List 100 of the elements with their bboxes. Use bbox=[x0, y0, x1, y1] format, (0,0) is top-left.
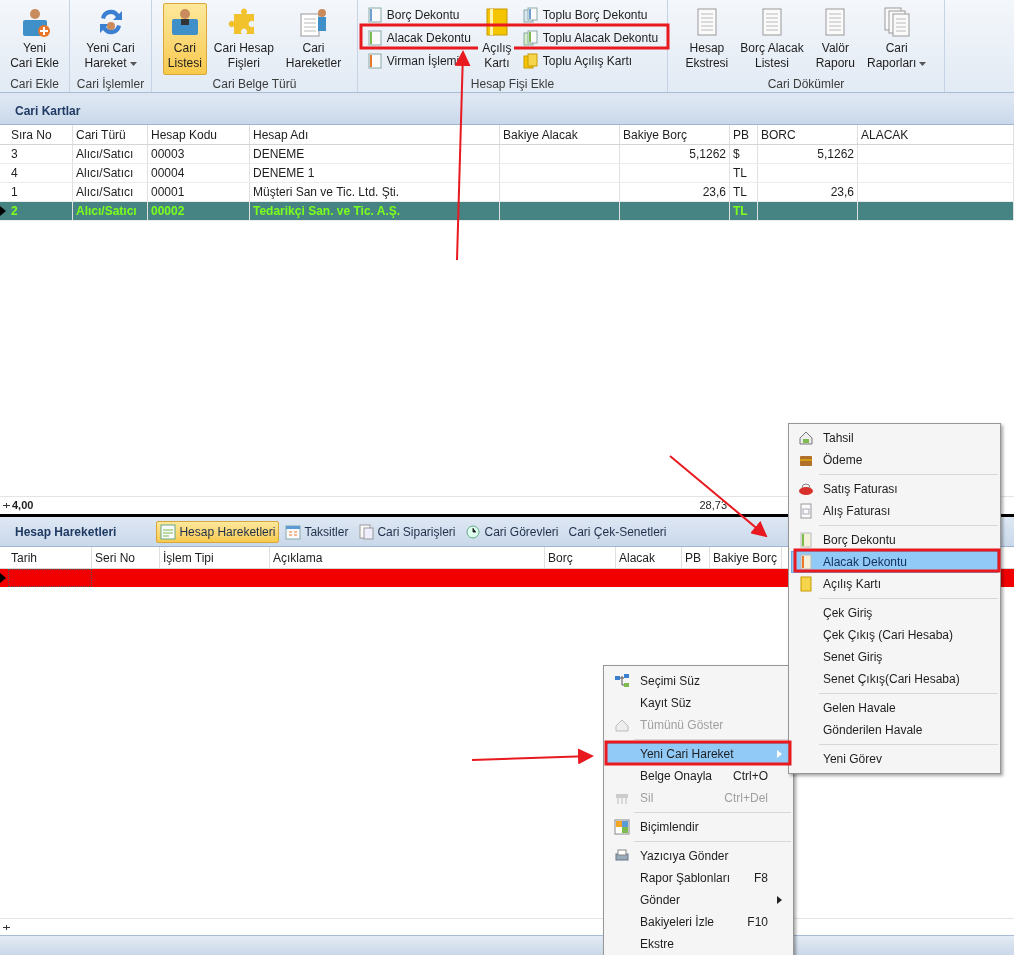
printer-icon bbox=[614, 848, 630, 864]
column-header[interactable]: Tarih bbox=[8, 547, 92, 568]
row-indicator-icon bbox=[0, 573, 6, 583]
ribbon-button[interactable]: Cari Hesap Fişleri bbox=[208, 3, 279, 75]
ribbon-button[interactable]: Cari Hareketler bbox=[280, 3, 347, 75]
menu-item[interactable]: Yazıcıya Gönder bbox=[606, 845, 791, 867]
menu-item[interactable]: Belge Onayla Ctrl+O bbox=[606, 765, 791, 787]
document-icon bbox=[366, 6, 383, 23]
ribbon-button[interactable]: Virman İşlemi bbox=[363, 50, 474, 71]
table-cell-text: DENEME bbox=[253, 146, 305, 163]
table-cell-text: 3 bbox=[11, 146, 18, 163]
document-icon bbox=[522, 52, 539, 69]
column-header[interactable]: Sıra No bbox=[8, 125, 73, 144]
ribbon-button[interactable]: Borç Dekontu bbox=[363, 4, 474, 25]
table-row[interactable]: 3 Alıcı/Satıcı 00003 DENEME 5,1262 $ 5,1262 bbox=[0, 145, 1014, 164]
basket-icon bbox=[798, 481, 814, 497]
table-cell-text: 00001 bbox=[151, 184, 185, 201]
document-icon bbox=[798, 554, 814, 570]
menu-item[interactable]: Borç Dekontu bbox=[791, 529, 998, 551]
ribbon-button[interactable]: Borç Alacak Listesi bbox=[735, 3, 809, 75]
column-header[interactable]: Bakiye Borç bbox=[620, 125, 730, 144]
menu-item[interactable]: Gönder bbox=[606, 889, 791, 911]
menu-item[interactable]: Gönderilen Havale bbox=[791, 719, 998, 741]
summary-value: 28,73 bbox=[699, 498, 727, 514]
column-header[interactable]: PB bbox=[730, 125, 758, 144]
menu-item[interactable]: Yeni Görev bbox=[791, 748, 998, 770]
ribbon-button[interactable]: Toplu Açılış Kartı bbox=[519, 50, 662, 71]
ribbon-button[interactable]: Alacak Dekontu bbox=[363, 27, 474, 48]
table-cell-text: TL bbox=[733, 165, 747, 182]
summary-value: 4,00 bbox=[12, 498, 34, 514]
menu-item[interactable]: Ekstre bbox=[606, 933, 791, 955]
document-icon bbox=[366, 52, 383, 69]
menu-item[interactable]: Çek Giriş bbox=[791, 602, 998, 624]
sum-icon bbox=[3, 923, 10, 931]
house-money-icon bbox=[798, 430, 814, 446]
group-label: Cari Dökümler bbox=[767, 76, 845, 93]
table-cell-text: TL bbox=[733, 203, 748, 220]
house-icon bbox=[614, 717, 630, 733]
ribbon-button[interactable]: Yeni Cari Ekle bbox=[5, 3, 64, 75]
tab[interactable]: Taksitler bbox=[281, 520, 353, 543]
submenu-arrow-icon bbox=[777, 896, 782, 904]
column-header[interactable]: BORC bbox=[758, 125, 858, 144]
table-cell-text: Müşteri San ve Tic. Ltd. Şti. bbox=[253, 184, 400, 201]
group-label: Cari İşlemler bbox=[76, 76, 145, 93]
table-cell-text: 5,1262 bbox=[689, 146, 726, 163]
column-header[interactable]: Hesap Adı bbox=[250, 125, 500, 144]
sum-icon bbox=[3, 502, 10, 509]
hierarchy-icon bbox=[614, 673, 630, 689]
menu-item[interactable]: Senet Giriş bbox=[791, 646, 998, 668]
table-cell-text: Tedarikçi San. ve Tic. A.Ş. bbox=[253, 203, 401, 220]
menu-item[interactable]: Kayıt Süz bbox=[606, 692, 791, 714]
column-header[interactable]: Hesap Kodu bbox=[148, 125, 250, 144]
ribbon-button[interactable]: Toplu Borç Dekontu bbox=[519, 4, 662, 25]
panel-title: Cari Kartlar bbox=[15, 102, 81, 120]
menu-item[interactable]: Alış Faturası bbox=[791, 500, 998, 522]
menu-item[interactable]: Tahsil bbox=[791, 427, 998, 449]
menu-item[interactable]: Ödeme bbox=[791, 449, 998, 471]
menu-item[interactable]: Senet Çıkış(Cari Hesaba) bbox=[791, 668, 998, 690]
column-header[interactable]: İşlem Tipi bbox=[160, 547, 270, 568]
column-header[interactable]: PB bbox=[682, 547, 710, 568]
ribbon-button[interactable]: Açılış Kartı bbox=[475, 3, 518, 75]
menu-item[interactable]: Gelen Havale bbox=[791, 697, 998, 719]
ribbon-button[interactable]: Cari Listesi bbox=[162, 3, 207, 75]
column-header[interactable]: Borç bbox=[545, 547, 616, 568]
menu-item[interactable]: Açılış Kartı bbox=[791, 573, 998, 595]
ribbon-button[interactable]: Toplu Alacak Dekontu bbox=[519, 27, 662, 48]
column-header[interactable]: Bakiye Borç bbox=[710, 547, 782, 568]
menu-item[interactable]: Biçimlendir bbox=[606, 816, 791, 838]
column-header[interactable]: Alacak bbox=[616, 547, 682, 568]
table-row[interactable]: 4 Alıcı/Satıcı 00004 DENEME 1 TL bbox=[0, 164, 1014, 183]
column-header[interactable]: Bakiye Alacak bbox=[500, 125, 620, 144]
document-icon bbox=[522, 29, 539, 46]
menu-item[interactable]: Çek Çıkış (Cari Hesaba) bbox=[791, 624, 998, 646]
column-header[interactable]: Açıklama bbox=[270, 547, 545, 568]
ribbon-button[interactable]: Cari Raporları bbox=[862, 3, 932, 75]
binder-icon bbox=[798, 576, 814, 592]
column-header[interactable]: ALACAK bbox=[858, 125, 1014, 144]
invoice-icon bbox=[798, 503, 814, 519]
table-cell-text: 00004 bbox=[151, 165, 185, 182]
menu-item[interactable]: Bakiyeleri İzle F10 bbox=[606, 911, 791, 933]
menu-item[interactable]: Satış Faturası bbox=[791, 478, 998, 500]
grid-icon bbox=[614, 819, 630, 835]
document-icon bbox=[366, 29, 383, 46]
tab[interactable]: Cari Çek-Senetleri bbox=[564, 520, 671, 543]
table-cell-text: Alıcı/Satıcı bbox=[76, 146, 134, 163]
table-cell-text: 00003 bbox=[151, 146, 185, 163]
ribbon-button[interactable]: Hesap Ekstresi bbox=[680, 3, 734, 75]
table-cell-text: 00002 bbox=[151, 203, 185, 220]
tab[interactable]: Cari Görevleri bbox=[461, 520, 563, 543]
group-label: Cari Belge Türü bbox=[212, 76, 297, 93]
ribbon-button[interactable]: Yeni Cari Hareket bbox=[79, 3, 142, 75]
column-header[interactable]: Seri No bbox=[92, 547, 160, 568]
column-header[interactable]: Cari Türü bbox=[73, 125, 148, 144]
menu-item[interactable]: Rapor Şablonları F8 bbox=[606, 867, 791, 889]
tab[interactable]: Hesap Hareketleri bbox=[156, 520, 280, 543]
ribbon-button[interactable]: Valör Raporu bbox=[810, 3, 861, 75]
table-cell-text: Alıcı/Satıcı bbox=[76, 165, 134, 182]
menu-item[interactable]: Seçimi Süz bbox=[606, 670, 791, 692]
submenu-arrow-icon bbox=[777, 750, 782, 758]
tab[interactable]: Cari Siparişleri bbox=[354, 520, 460, 543]
